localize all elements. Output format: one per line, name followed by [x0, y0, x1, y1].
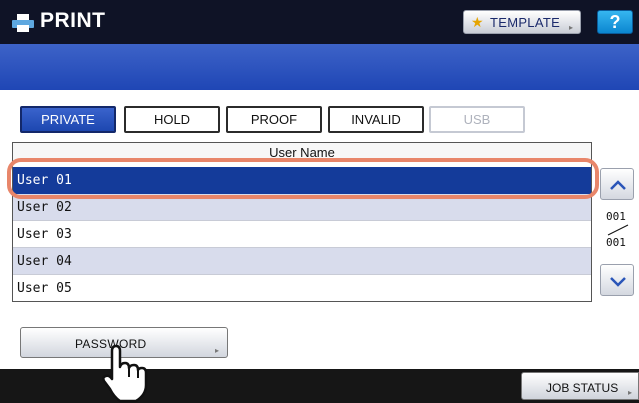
list-item[interactable]: User 03	[13, 221, 591, 248]
chevron-down-icon	[610, 277, 626, 287]
tab-invalid[interactable]: INVALID	[328, 106, 424, 133]
title-bar: PRINT ★ TEMPLATE ▸ ?	[0, 0, 639, 44]
pointing-hand-icon	[102, 344, 148, 403]
scroll-up-button[interactable]	[600, 168, 634, 200]
page-indicator: 001 001	[602, 210, 634, 254]
template-button-label: TEMPLATE	[490, 15, 561, 30]
chevron-up-icon	[610, 180, 626, 190]
job-status-button[interactable]: JOB STATUS ▸	[521, 372, 639, 400]
page-title: PRINT	[40, 9, 106, 32]
tab-hold[interactable]: HOLD	[124, 106, 220, 133]
tab-usb[interactable]: USB	[429, 106, 525, 133]
scroll-down-button[interactable]	[600, 264, 634, 296]
tab-proof[interactable]: PROOF	[226, 106, 322, 133]
tab-private[interactable]: PRIVATE	[20, 106, 116, 133]
help-button[interactable]: ?	[597, 10, 633, 34]
total-pages: 001	[606, 236, 626, 249]
corner-arrow-icon: ▸	[568, 23, 573, 32]
divider-slash	[607, 224, 629, 236]
message-bar	[0, 44, 639, 90]
job-status-label: JOB STATUS	[546, 381, 619, 395]
selection-highlight-callout	[7, 158, 599, 199]
list-item[interactable]: User 05	[13, 275, 591, 302]
star-icon: ★	[471, 14, 484, 30]
list-item[interactable]: User 04	[13, 248, 591, 275]
corner-arrow-icon: ▸	[627, 388, 632, 397]
template-button[interactable]: ★ TEMPLATE ▸	[463, 10, 581, 34]
corner-arrow-icon: ▸	[214, 346, 219, 355]
printer-icon	[12, 14, 34, 32]
current-page: 001	[606, 210, 626, 223]
